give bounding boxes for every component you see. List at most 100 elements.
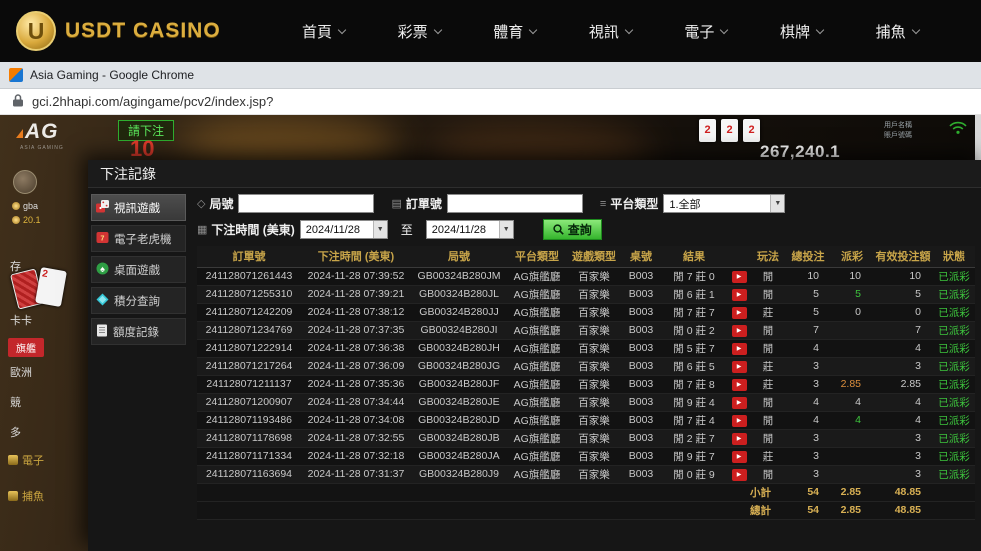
lobby-left-item-2[interactable]: 旗艦 [8, 338, 44, 357]
cell-table-no: B003 [621, 357, 661, 375]
replay-button[interactable]: ▶ [732, 343, 747, 355]
page-scrollbar[interactable] [975, 115, 981, 160]
lobby-left-item-0[interactable]: 存 [10, 258, 21, 274]
cell-replay: ▶ [727, 321, 751, 339]
cell-platform: AG旗艦廳 [507, 411, 567, 429]
lobby-left-item-6[interactable]: 電子 [8, 452, 44, 468]
account-info: 用戶名稱 賬戶號碼 [884, 121, 912, 141]
casino-page: AG ASIA GAMING 請下注 10 222 267,240.1 用戶名稱… [0, 115, 981, 551]
brand-logo[interactable]: U USDT CASINO [16, 11, 221, 51]
cell-round: GB00324B280JL [411, 285, 507, 303]
replay-button[interactable]: ▶ [732, 415, 747, 427]
lobby-left-item-5[interactable]: 多 [10, 424, 21, 440]
cell-platform: AG旗艦廳 [507, 321, 567, 339]
lobby-left-item-3[interactable]: 歐洲 [10, 364, 32, 380]
replay-button[interactable]: ▶ [732, 307, 747, 319]
nav-item-5[interactable]: 棋牌 [780, 21, 823, 42]
col-header-10: 派彩 [831, 246, 873, 267]
lobby-left-item-label: 多 [10, 424, 21, 440]
search-button[interactable]: 查詢 [543, 219, 602, 240]
calendar-icon: ▦ [197, 223, 207, 236]
cell-game-type: 百家樂 [567, 339, 621, 357]
replay-button[interactable]: ▶ [732, 289, 747, 301]
col-header-12: 狀態 [933, 246, 975, 267]
cell-order: 241128071222914 [197, 339, 301, 357]
table-row: 2411280712553102024-11-28 07:39:21GB0032… [197, 285, 975, 303]
sidebar-item-1[interactable]: 7電子老虎機 [91, 225, 186, 252]
date-to-select[interactable]: 2024/11/28 ▼ [426, 220, 514, 239]
cell-valid-bet: 4 [873, 339, 933, 357]
cell-bet-time: 2024-11-28 07:32:55 [301, 429, 411, 447]
replay-button[interactable]: ▶ [732, 469, 747, 481]
chevron-down-icon [338, 25, 346, 33]
brand-name: USDT CASINO [65, 19, 221, 43]
lobby-left-item-1[interactable]: 卡卡 [10, 312, 32, 328]
cell-total-bet: 3 [785, 375, 831, 393]
cell-total-bet: 10 [785, 267, 831, 285]
cell-play-type: 莊 [751, 375, 785, 393]
cell-play-type: 莊 [751, 447, 785, 465]
cell-bet-time: 2024-11-28 07:34:44 [301, 393, 411, 411]
avatar[interactable] [13, 170, 37, 194]
sidebar-item-4[interactable]: 額度記錄 [91, 318, 186, 345]
nav-item-3[interactable]: 視訊 [589, 21, 632, 42]
network-signal-icon [948, 120, 968, 140]
cell-bet-time: 2024-11-28 07:34:08 [301, 411, 411, 429]
cell-order: 241128071242209 [197, 303, 301, 321]
lobby-left-item-label: 存 [10, 258, 21, 274]
sidebar-item-2[interactable]: ♠桌面遊戲 [91, 256, 186, 283]
filters-row-1: ◇局號 ▤訂單號 ≡平台類型 1.全部 ▼ [197, 194, 975, 213]
replay-button[interactable]: ▶ [732, 397, 747, 409]
browser-address-bar[interactable]: gci.2hhapi.com/agingame/pcv2/index.jsp? [0, 89, 981, 115]
lobby-left-item-4[interactable]: 競 [10, 394, 21, 410]
table-row: 2411280712347692024-11-28 07:37:35GB0032… [197, 321, 975, 339]
total-label: 總計 [197, 501, 785, 519]
platform-select[interactable]: 1.全部 ▼ [663, 194, 785, 213]
table-row: 2411280711636942024-11-28 07:31:37GB0032… [197, 465, 975, 483]
replay-button[interactable]: ▶ [732, 451, 747, 463]
replay-button[interactable]: ▶ [732, 271, 747, 283]
ag-lobby-logo: AG [16, 120, 59, 144]
replay-button[interactable]: ▶ [732, 433, 747, 445]
payout-value: 0 [855, 306, 861, 318]
replay-button[interactable]: ▶ [732, 379, 747, 391]
cell-bet-time: 2024-11-28 07:38:12 [301, 303, 411, 321]
player-balance: 20.1 [12, 215, 41, 225]
nav-item-6[interactable]: 捕魚 [876, 21, 919, 42]
cell-order: 241128071200907 [197, 393, 301, 411]
sidebar-item-3[interactable]: 積分查詢 [91, 287, 186, 314]
date-from-select[interactable]: 2024/11/28 ▼ [300, 220, 388, 239]
cell-status: 已派彩 [933, 375, 975, 393]
nav-item-2[interactable]: 體育 [493, 21, 536, 42]
playing-card: 2 [699, 119, 716, 142]
nav-item-1[interactable]: 彩票 [398, 21, 441, 42]
chevron-down-icon: ▼ [499, 221, 513, 238]
replay-button[interactable]: ▶ [732, 361, 747, 373]
table-row: 2411280712422092024-11-28 07:38:12GB0032… [197, 303, 975, 321]
date-to-value: 2024/11/28 [432, 224, 486, 236]
total-valid-sum: 48.85 [873, 483, 933, 501]
dealt-cards: 222 [699, 119, 760, 142]
cell-bet-time: 2024-11-28 07:35:36 [301, 375, 411, 393]
order-input[interactable] [447, 194, 583, 213]
nav-item-4[interactable]: 電子 [684, 21, 727, 42]
playing-card: 2 [721, 119, 738, 142]
cell-replay: ▶ [727, 465, 751, 483]
replay-button[interactable]: ▶ [732, 325, 747, 337]
cell-result: 閒 7 莊 8 [661, 375, 727, 393]
lobby-left-item-7[interactable]: 捕魚 [8, 488, 44, 504]
nav-item-0[interactable]: 首頁 [302, 21, 345, 42]
cell-status: 已派彩 [933, 447, 975, 465]
total-bet-sum: 54 [785, 483, 831, 501]
payout-value: 4 [855, 396, 861, 408]
cell-valid-bet: 5 [873, 285, 933, 303]
cell-status: 已派彩 [933, 411, 975, 429]
cell-play-type: 閒 [751, 429, 785, 447]
cell-replay: ▶ [727, 339, 751, 357]
cell-game-type: 百家樂 [567, 393, 621, 411]
sidebar-item-0[interactable]: 視訊遊戲 [91, 194, 186, 221]
cell-round: GB00324B280J9 [411, 465, 507, 483]
round-input[interactable] [238, 194, 374, 213]
nav-item-label: 體育 [493, 21, 523, 42]
modal-title: 下注記錄 [88, 160, 981, 188]
